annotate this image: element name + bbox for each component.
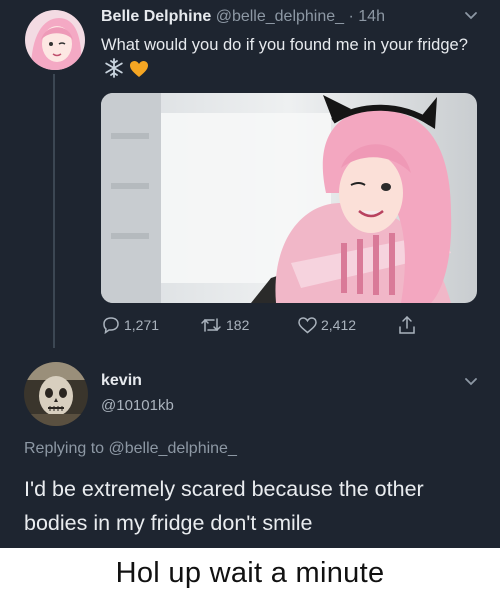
heart-icon — [298, 316, 317, 333]
author-avatar[interactable] — [25, 10, 85, 70]
tweet-emojis — [104, 58, 149, 86]
tweet-photo[interactable] — [101, 93, 477, 303]
meme-frame: Belle Delphine @belle_delphine_ · 14h Wh… — [0, 0, 500, 613]
avatar-illustration — [25, 10, 85, 70]
reply-count: 1,271 — [124, 317, 160, 333]
tweet-text-block: What would you do if you found me in you… — [101, 33, 486, 86]
chevron-down-icon[interactable] — [460, 8, 482, 24]
tweet-text: What would you do if you found me in you… — [101, 36, 468, 54]
like-count: 2,412 — [321, 317, 357, 333]
reply-action[interactable]: 1,271 — [102, 313, 159, 337]
avatar-illustration — [24, 362, 88, 426]
reply-author-handle[interactable]: @10101kb — [101, 397, 174, 414]
share-icon — [399, 315, 415, 334]
retweet-icon — [201, 318, 221, 332]
reply-author-avatar[interactable] — [24, 362, 88, 426]
tweet-header: Belle Delphine @belle_delphine_ · 14h — [101, 8, 385, 26]
reply-author-name[interactable]: kevin — [101, 372, 142, 390]
thread-connector-line — [53, 74, 55, 348]
like-action[interactable]: 2,412 — [298, 313, 356, 337]
tweet-time[interactable]: · 14h — [349, 8, 385, 25]
meme-caption: Hol up wait a minute — [115, 557, 385, 589]
replying-to-prefix: Replying to — [24, 440, 105, 457]
share-action[interactable] — [398, 313, 420, 337]
retweet-action[interactable]: 182 — [200, 313, 249, 337]
tweet-screenshot: Belle Delphine @belle_delphine_ · 14h Wh… — [0, 0, 500, 548]
orange-heart-icon — [129, 61, 148, 77]
replying-to-line: Replying to @belle_delphine_ — [24, 440, 237, 458]
reply-text: I'd be extremely scared because the othe… — [24, 477, 424, 535]
snowflake-icon — [105, 58, 123, 78]
replying-to-handle[interactable]: @belle_delphine_ — [109, 440, 237, 457]
reply-icon — [103, 317, 119, 334]
photo-image — [101, 93, 477, 303]
author-name[interactable]: Belle Delphine — [101, 8, 211, 25]
author-handle[interactable]: @belle_delphine_ — [216, 8, 344, 25]
retweet-count: 182 — [226, 317, 250, 333]
chevron-down-icon[interactable] — [460, 374, 482, 390]
